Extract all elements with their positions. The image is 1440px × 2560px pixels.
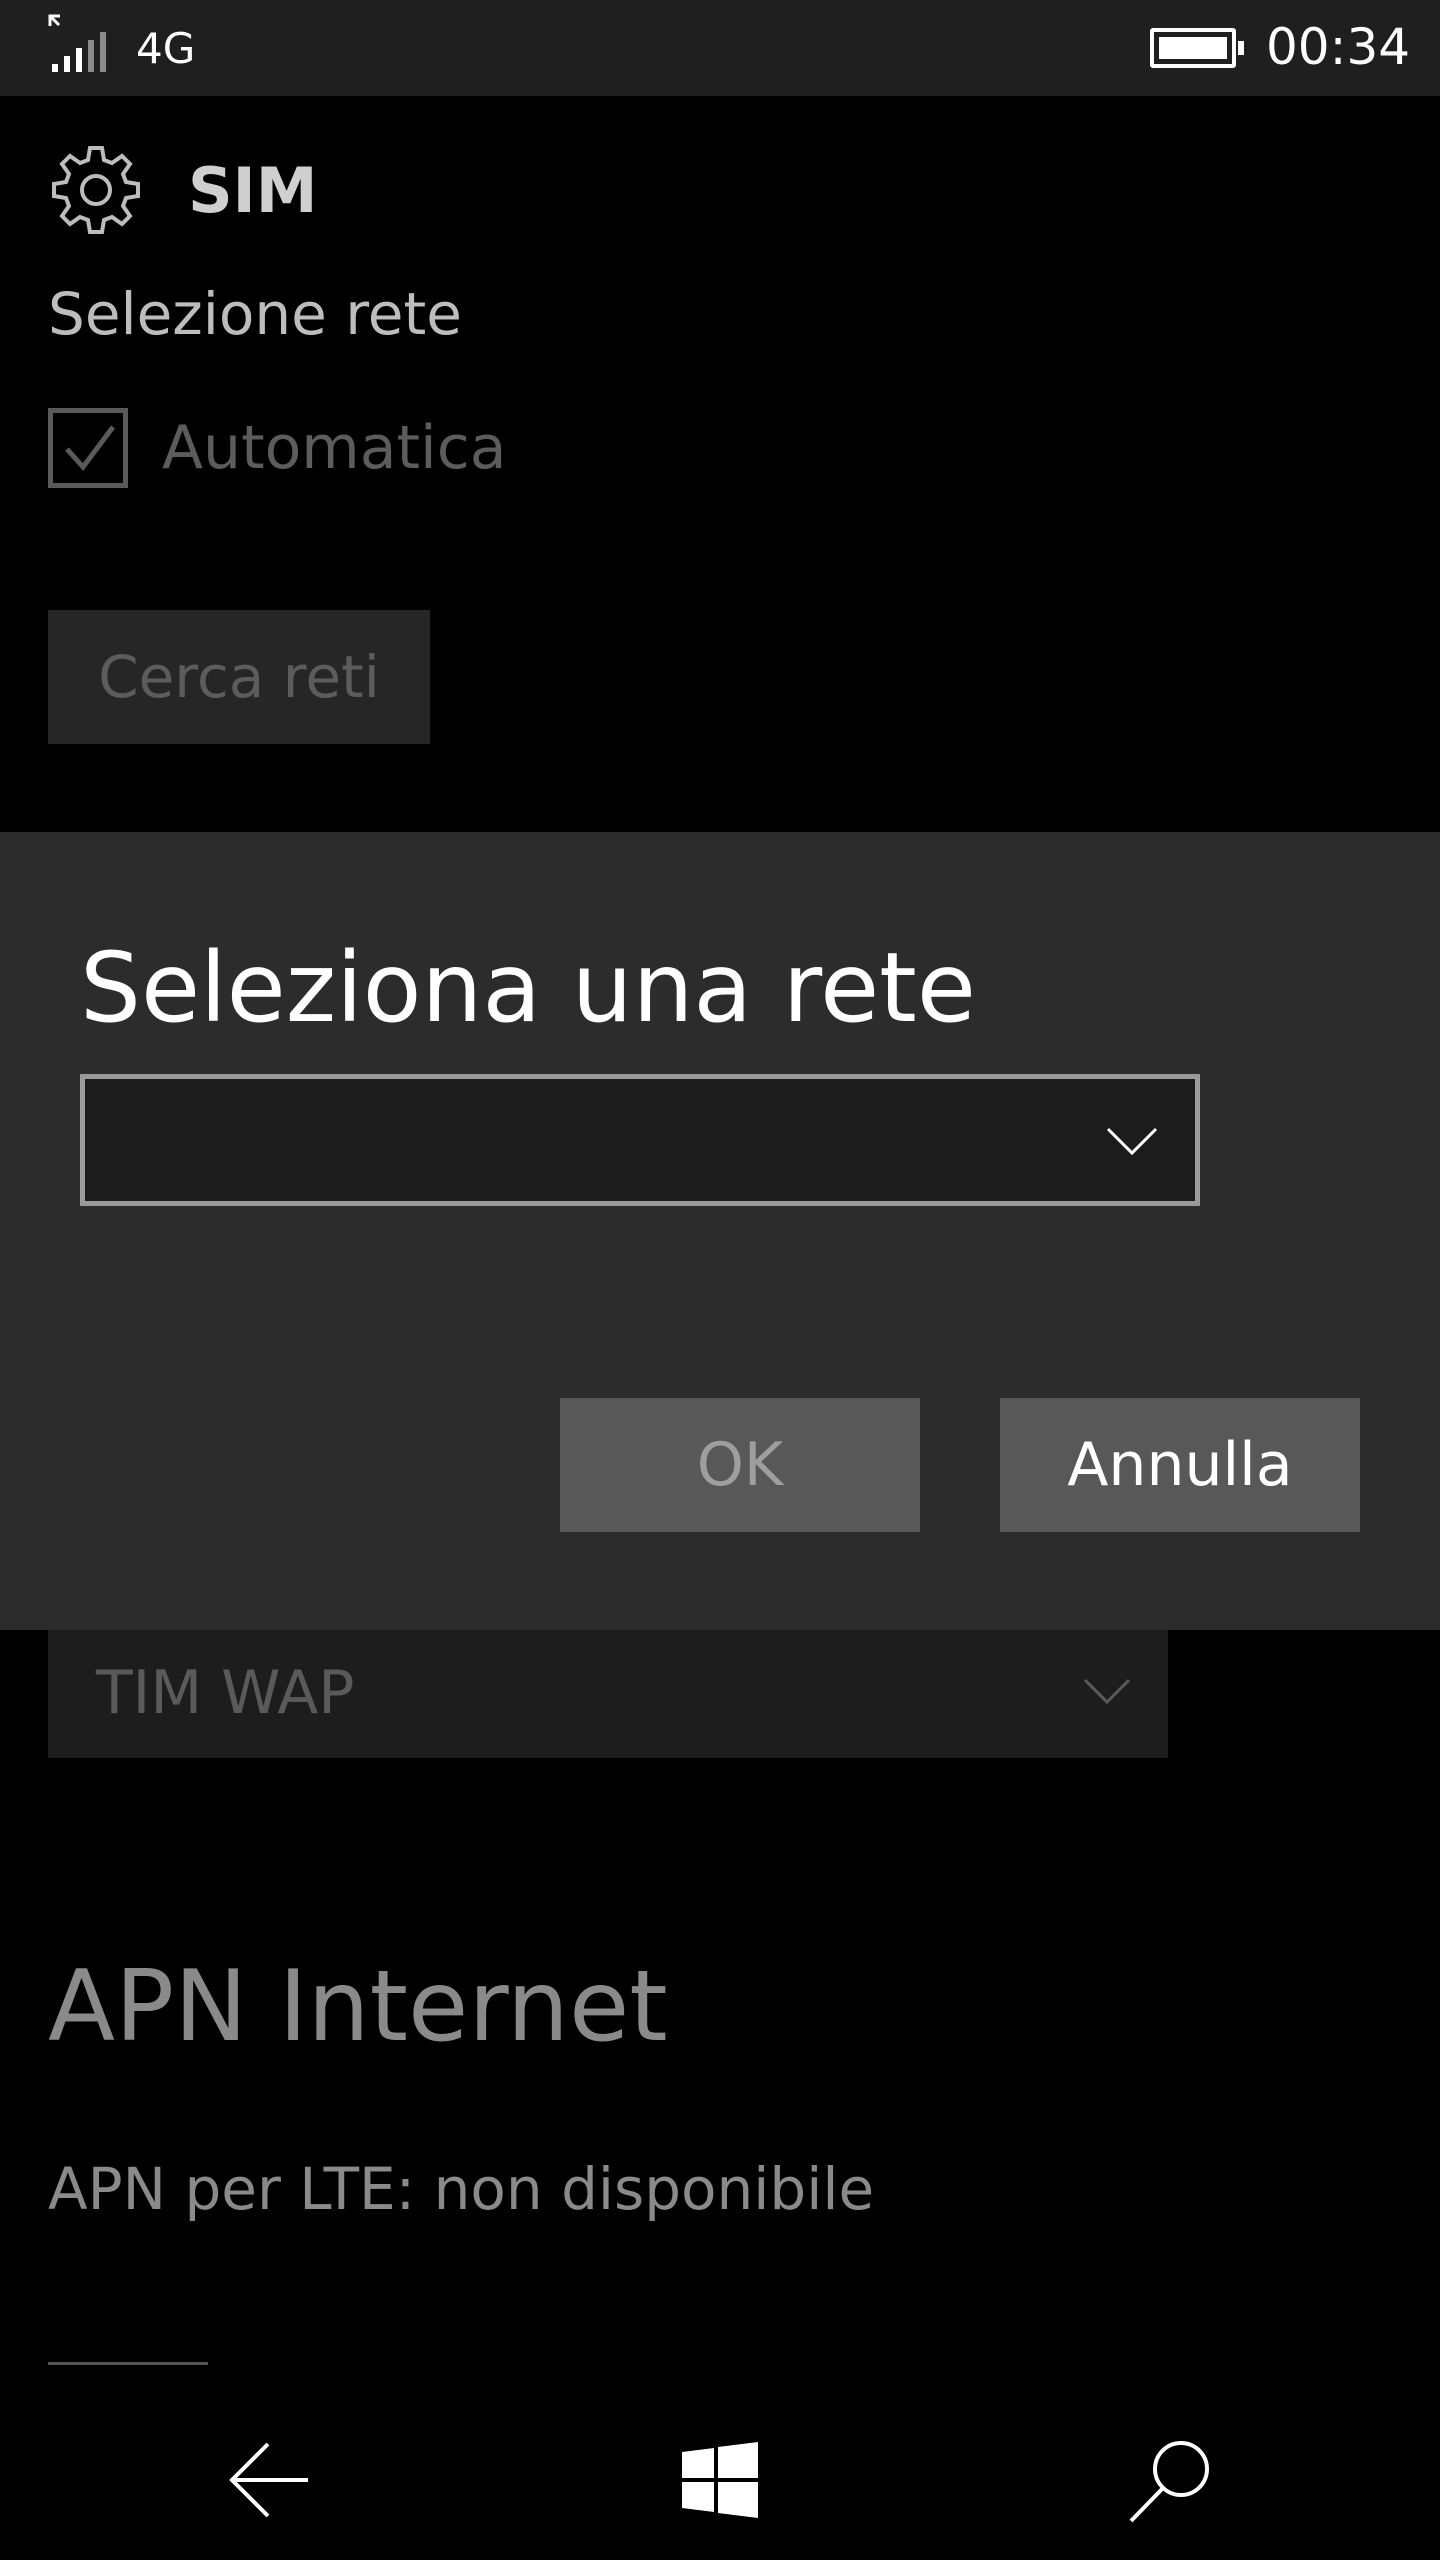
home-button[interactable] — [640, 2420, 800, 2540]
network-selection-label: Selezione rete — [48, 280, 462, 348]
clock: 00:34 — [1266, 18, 1411, 76]
navigation-bar — [0, 2400, 1440, 2560]
signal-icon — [48, 14, 106, 72]
chevron-down-icon — [1106, 1127, 1158, 1156]
automatic-checkbox-row[interactable]: Automatica — [48, 408, 506, 488]
back-arrow-icon — [229, 2442, 308, 2518]
page-title: SIM — [188, 153, 318, 227]
gear-icon — [52, 146, 140, 234]
search-button[interactable] — [1090, 2420, 1250, 2540]
apn-lte-note: APN per LTE: non disponibile — [48, 2155, 875, 2223]
search-networks-button[interactable]: Cerca reti — [48, 610, 430, 744]
cancel-button[interactable]: Annulla — [1000, 1398, 1360, 1532]
scroll-indicator — [48, 2362, 208, 2365]
automatic-checkbox[interactable] — [48, 408, 128, 488]
dialog-title: Seleziona una rete — [80, 932, 976, 1044]
page-header: SIM — [46, 140, 317, 240]
apn-internet-heading: APN Internet — [48, 1950, 668, 2064]
search-icon — [1129, 2441, 1209, 2523]
network-type: 4G — [136, 24, 196, 73]
windows-logo-icon — [682, 2442, 758, 2518]
apn-profile-select[interactable]: TIM WAP — [48, 1630, 1168, 1758]
network-combo-box[interactable] — [80, 1074, 1200, 1206]
automatic-checkbox-label: Automatica — [162, 413, 507, 483]
ok-button[interactable]: OK — [560, 1398, 920, 1532]
battery-icon — [1150, 28, 1244, 68]
status-bar: 4G 00:34 — [0, 0, 1440, 96]
back-button[interactable] — [190, 2420, 350, 2540]
checkmark-icon — [65, 425, 115, 471]
select-network-dialog: Seleziona una rete OK Annulla — [0, 832, 1440, 1630]
chevron-down-icon — [1083, 1678, 1131, 1705]
apn-profile-select-value: TIM WAP — [96, 1658, 355, 1728]
